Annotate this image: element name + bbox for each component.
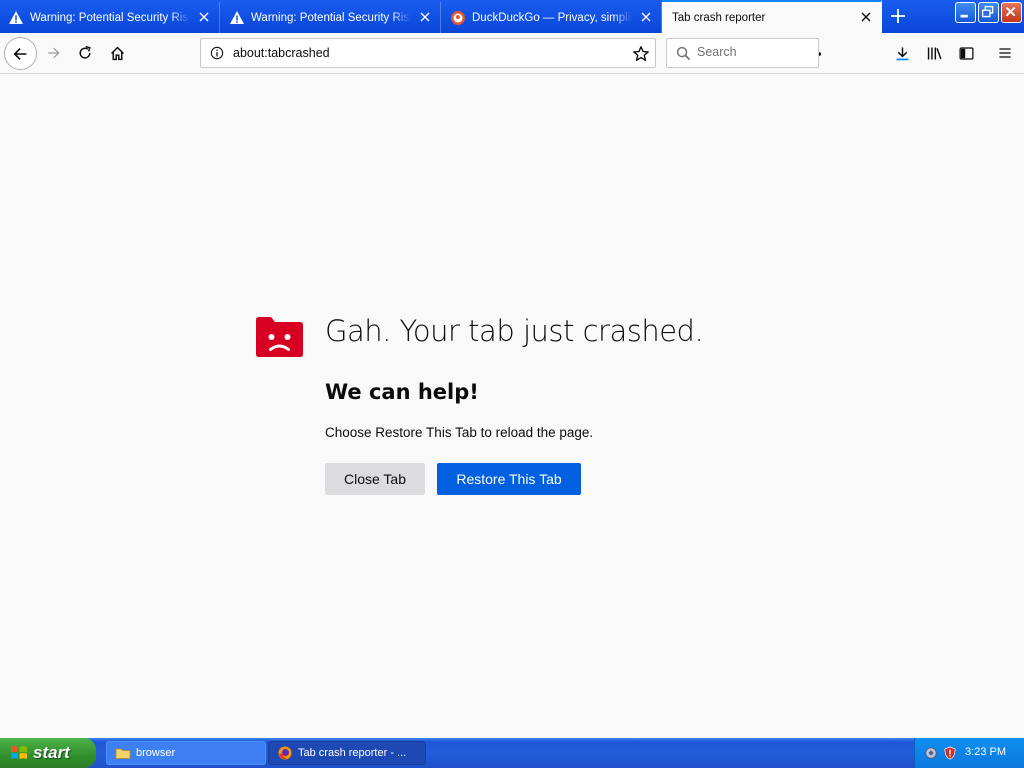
bookmark-star-icon[interactable]: [632, 45, 650, 63]
back-arrow-icon: [13, 47, 26, 60]
home-button[interactable]: [102, 38, 132, 68]
tab-strip: Warning: Potential Security Risk Ahead W…: [0, 0, 1024, 33]
url-bar[interactable]: about:tabcrashed: [200, 38, 822, 68]
library-button[interactable]: [919, 38, 949, 68]
start-button[interactable]: start: [0, 738, 96, 768]
tab-title: DuckDuckGo — Privacy, simplified.: [472, 11, 632, 24]
forward-button[interactable]: [38, 38, 68, 68]
search-input[interactable]: [697, 45, 807, 59]
folder-icon: [115, 748, 131, 759]
tab-security-warning-1[interactable]: Warning: Potential Security Risk Ahead: [0, 2, 220, 33]
reload-icon: [79, 45, 91, 59]
new-tab-icon[interactable]: [886, 5, 910, 27]
taskbar-item-tab-crash-reporter[interactable]: Tab crash reporter - ...: [268, 741, 426, 765]
firefox-icon: [278, 746, 292, 760]
network-icon[interactable]: [924, 746, 938, 760]
tab-duckduckgo[interactable]: DuckDuckGo — Privacy, simplified.: [442, 2, 662, 33]
menu-button[interactable]: [990, 38, 1020, 68]
close-tab-icon[interactable]: [418, 10, 432, 24]
restore-window-icon: [981, 5, 994, 18]
close-tab-icon[interactable]: [197, 10, 211, 24]
clock: 3:23 PM: [965, 746, 1006, 758]
navigation-toolbar: about:tabcrashed: [0, 33, 1024, 74]
help-heading: We can help!: [325, 380, 479, 404]
hamburger-menu-icon: [999, 48, 1011, 58]
tab-crash-reporter[interactable]: Tab crash reporter: [662, 0, 882, 33]
forward-arrow-icon: [48, 47, 60, 59]
taskbar: start browser Tab crash reporter - ... 3…: [0, 738, 1024, 768]
close-window-button[interactable]: [1001, 2, 1022, 23]
minimize-button[interactable]: [955, 2, 976, 23]
info-icon[interactable]: [210, 46, 224, 60]
close-icon: [1005, 6, 1016, 17]
warning-icon: [9, 10, 23, 24]
url-text[interactable]: about:tabcrashed: [233, 46, 330, 60]
crash-page: Gah. Your tab just crashed. We can help!…: [0, 74, 1024, 738]
close-tab-icon[interactable]: [859, 10, 873, 24]
back-button[interactable]: [4, 37, 37, 70]
page-title: Gah. Your tab just crashed.: [325, 314, 704, 348]
restore-window-button[interactable]: [978, 2, 999, 23]
tab-title: Warning: Potential Security Risk Ahead: [30, 11, 190, 24]
sidebar-icon: [958, 46, 974, 60]
search-bar[interactable]: [666, 38, 819, 68]
system-tray: 3:23 PM: [914, 738, 1024, 768]
minimize-icon: [960, 14, 968, 18]
tab-title: Warning: Potential Security Risk Ahead: [251, 11, 411, 24]
tab-security-warning-2[interactable]: Warning: Potential Security Risk Ahead: [221, 2, 441, 33]
sad-tab-icon: [256, 317, 303, 357]
reload-button[interactable]: [70, 38, 100, 68]
security-shield-icon[interactable]: [943, 746, 957, 760]
taskbar-item-browser[interactable]: browser: [106, 741, 266, 765]
help-message: Choose Restore This Tab to reload the pa…: [325, 425, 594, 440]
library-icon: [927, 47, 942, 59]
restore-tab-button[interactable]: Restore This Tab: [437, 463, 581, 495]
search-icon: [676, 46, 691, 61]
download-icon: [896, 47, 908, 60]
taskbar-item-label: Tab crash reporter - ...: [298, 747, 407, 759]
close-tab-icon[interactable]: [639, 10, 653, 24]
sidebar-button[interactable]: [951, 38, 981, 68]
windows-logo-icon: [11, 746, 27, 759]
tab-title: Tab crash reporter: [672, 11, 766, 24]
start-label: start: [33, 743, 70, 762]
home-icon: [110, 46, 124, 60]
taskbar-item-label: browser: [136, 747, 176, 759]
duckduckgo-icon: [451, 10, 465, 25]
close-tab-button[interactable]: Close Tab: [325, 463, 425, 495]
downloads-button[interactable]: [887, 38, 917, 68]
warning-icon: [230, 10, 244, 24]
